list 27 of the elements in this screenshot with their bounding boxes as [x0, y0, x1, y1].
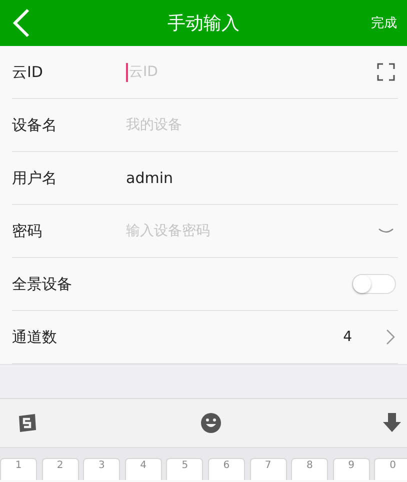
input-field[interactable]: admin — [126, 169, 173, 187]
toggle-switch[interactable] — [352, 274, 396, 294]
done-button[interactable]: 完成 — [371, 14, 397, 32]
smiley-icon[interactable] — [200, 412, 222, 434]
keyboard-key[interactable]: 4 — [124, 458, 162, 480]
keyboard-key[interactable]: 7 — [250, 458, 287, 480]
keyboard-key[interactable]: 9 — [332, 458, 370, 480]
field-label: 全景设备 — [12, 274, 72, 292]
keyboard-key[interactable]: 8 — [291, 458, 328, 480]
field-label: 密码 — [12, 222, 42, 240]
keyboard-key[interactable]: 3 — [83, 458, 120, 480]
keyboard-key[interactable]: 6 — [208, 458, 245, 480]
screen-title: 手动输入 — [168, 13, 240, 34]
field-label: 云ID — [12, 62, 43, 80]
down-arrow-icon[interactable] — [383, 413, 401, 433]
scan-icon[interactable] — [377, 63, 395, 81]
keyboard-key[interactable]: 0 — [374, 458, 407, 480]
field-label: 设备名 — [12, 116, 57, 134]
logo-icon[interactable] — [16, 413, 38, 433]
field-label: 用户名 — [12, 168, 57, 186]
keyboard-key[interactable]: 1 — [0, 458, 37, 480]
field-label: 通道数 — [12, 328, 57, 346]
eye-closed-icon[interactable] — [378, 227, 394, 235]
field-value: 4 — [343, 329, 352, 345]
chevron-right-icon[interactable] — [386, 329, 395, 345]
keyboard-key[interactable]: 5 — [166, 458, 204, 480]
keyboard-key[interactable]: 2 — [42, 458, 79, 480]
